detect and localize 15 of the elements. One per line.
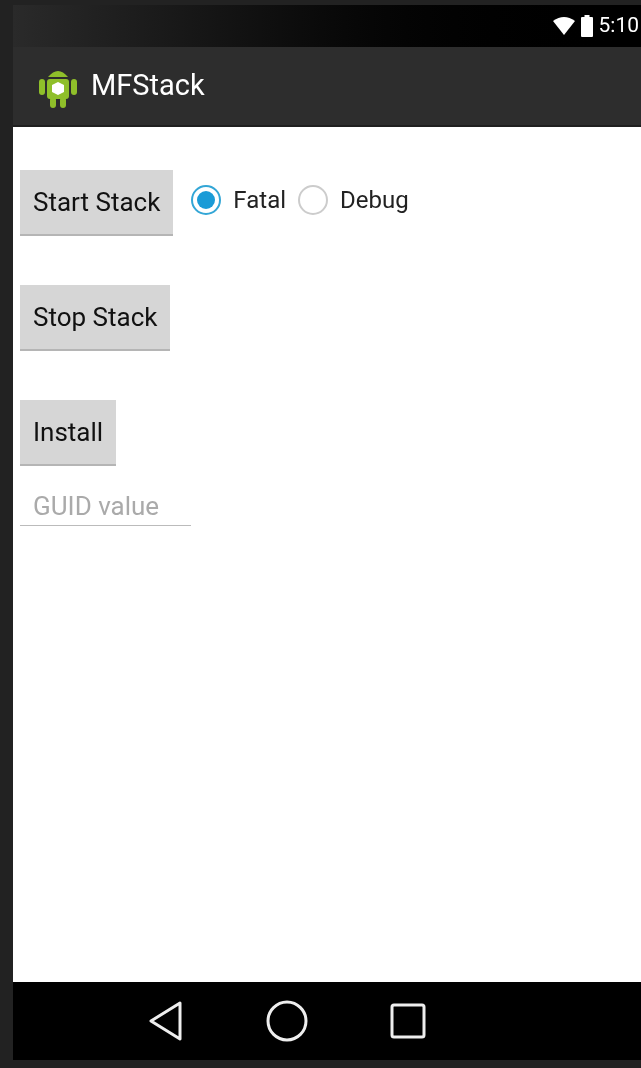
stack-button[interactable]: Start Stack: [20, 170, 174, 236]
app-title: MFStack: [91, 67, 205, 105]
radio-label: Debug: [340, 185, 409, 216]
radio-button[interactable]: [191, 185, 222, 215]
back-icon[interactable]: [148, 1001, 184, 1041]
guid-field[interactable]: GUID value: [20, 486, 191, 526]
home-icon[interactable]: [266, 1000, 308, 1042]
recents-icon[interactable]: [390, 1003, 426, 1039]
stack-button[interactable]: Stop Stack: [20, 285, 171, 351]
radio-label: Fatal: [233, 185, 287, 216]
radio-button[interactable]: [298, 185, 329, 215]
stack-button[interactable]: Install: [20, 400, 117, 466]
clock-time: 5:10: [598, 12, 639, 40]
wifi-icon: [552, 17, 575, 35]
battery-icon: [580, 15, 593, 37]
